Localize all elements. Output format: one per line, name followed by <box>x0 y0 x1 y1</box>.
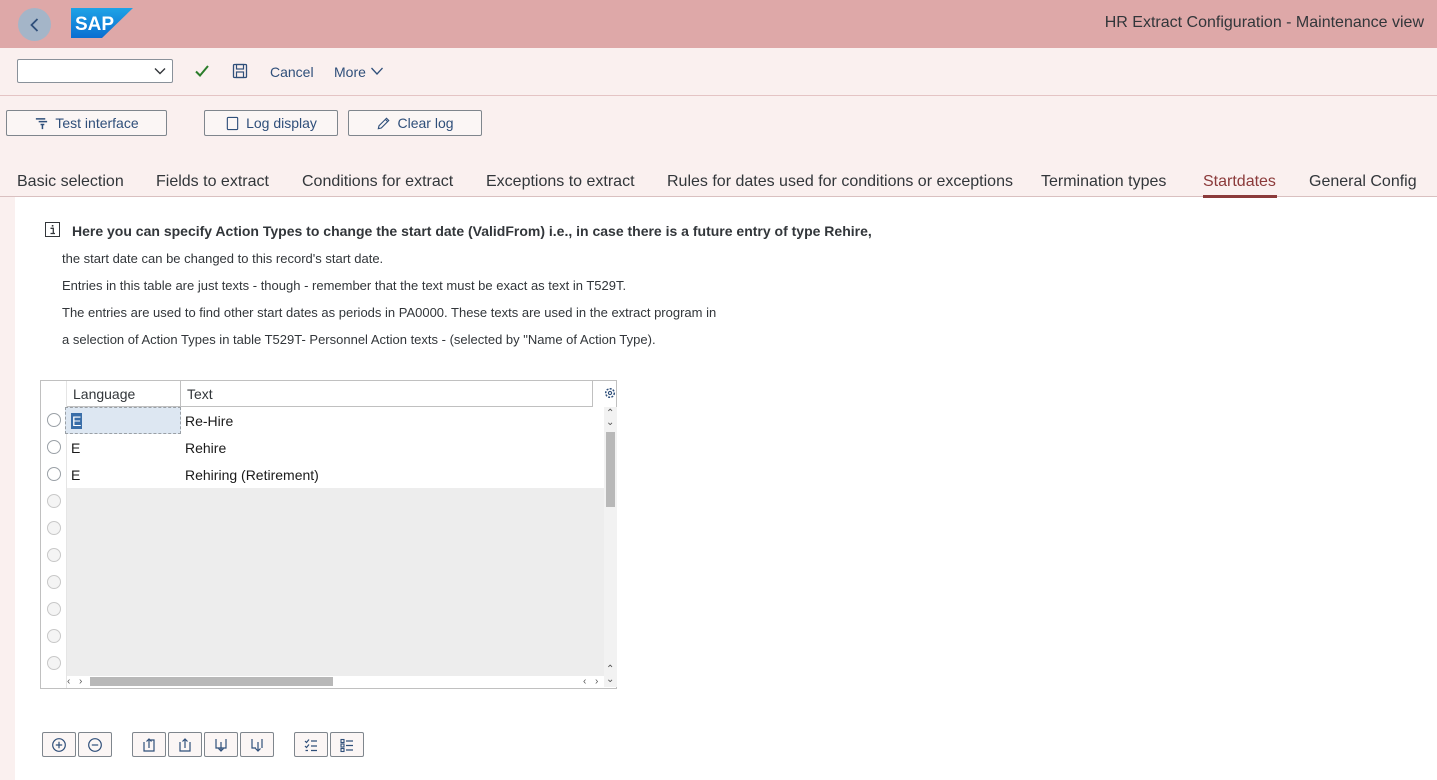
scroll-left-icon[interactable]: ‹ <box>67 677 70 687</box>
tab-fields-to-extract[interactable]: Fields to extract <box>156 173 269 191</box>
clear-log-label: Clear log <box>397 115 454 131</box>
table-cell-text[interactable]: Re-Hire <box>185 413 233 429</box>
row-selector[interactable] <box>47 602 61 616</box>
scroll-bottom-button[interactable] <box>240 732 274 757</box>
test-interface-label: Test interface <box>55 115 139 131</box>
page-down-button[interactable] <box>204 732 238 757</box>
deselect-all-button[interactable] <box>330 732 364 757</box>
test-interface-icon <box>36 117 48 129</box>
select-all-button[interactable] <box>294 732 328 757</box>
back-button[interactable] <box>18 8 51 41</box>
column-divider <box>592 381 593 407</box>
table-empty-area <box>67 488 605 676</box>
last-page-icon <box>251 738 263 752</box>
sap-logo[interactable]: SAP <box>71 8 133 38</box>
tab-rules-for-dates[interactable]: Rules for dates used for conditions or e… <box>667 173 1013 191</box>
row-selector[interactable] <box>47 467 61 481</box>
info-heading: Here you can specify Action Types to cha… <box>72 223 872 239</box>
clear-log-button[interactable]: Clear log <box>348 110 482 136</box>
row-selector[interactable] <box>47 521 61 535</box>
scroll-right-icon[interactable]: › <box>595 677 598 687</box>
toolbar: Cancel More <box>0 48 1437 96</box>
log-display-icon <box>226 116 239 130</box>
first-page-icon <box>143 737 155 752</box>
chevron-down-icon[interactable] <box>152 63 168 79</box>
table-cell-language[interactable]: E <box>71 440 80 456</box>
add-row-button[interactable] <box>42 732 76 757</box>
page-title: HR Extract Configuration - Maintenance v… <box>1104 14 1424 31</box>
more-button[interactable]: More <box>334 64 366 80</box>
vertical-scrollbar-thumb[interactable] <box>606 432 615 507</box>
table-settings-icon[interactable] <box>603 386 617 400</box>
table-cell-language[interactable]: E <box>71 467 80 483</box>
info-line: the start date can be changed to this re… <box>62 251 384 266</box>
sap-logo-text: SAP <box>75 14 114 35</box>
delete-row-button[interactable] <box>78 732 112 757</box>
cancel-button[interactable]: Cancel <box>270 64 314 80</box>
startdates-table: Language Text E Re-Hire E Rehire E Rehir… <box>40 380 617 689</box>
tab-exceptions-to-extract[interactable]: Exceptions to extract <box>486 173 635 191</box>
scroll-right-icon[interactable]: › <box>79 677 82 687</box>
plus-circle-icon <box>52 737 66 752</box>
log-display-button[interactable]: Log display <box>204 110 338 136</box>
row-selector[interactable] <box>47 548 61 562</box>
chevron-down-icon[interactable] <box>370 66 384 76</box>
scroll-down-icon[interactable]: ⌄ <box>606 418 614 428</box>
info-line: The entries are used to find other start… <box>62 305 717 320</box>
minus-circle-icon <box>88 737 102 752</box>
row-selector[interactable] <box>47 575 61 589</box>
column-header-text[interactable]: Text <box>181 381 592 407</box>
info-line: Entries in this table are just texts - t… <box>62 278 627 293</box>
command-input[interactable] <box>18 60 148 82</box>
tab-general-config[interactable]: General Config <box>1309 173 1417 191</box>
info-line: a selection of Action Types in table T52… <box>62 332 656 347</box>
row-selector[interactable] <box>47 440 61 454</box>
checklist-icon <box>304 738 317 751</box>
table-cell-text[interactable]: Rehire <box>185 440 226 456</box>
focused-cell[interactable] <box>65 407 181 434</box>
command-field[interactable] <box>17 59 173 83</box>
save-icon[interactable] <box>231 62 249 80</box>
list-icon <box>340 738 353 752</box>
scroll-left-icon[interactable]: ‹ <box>583 677 586 687</box>
chevron-left-icon <box>29 17 38 32</box>
row-selector[interactable] <box>47 656 61 670</box>
tab-startdates[interactable]: Startdates <box>1203 173 1276 191</box>
tab-basic-selection[interactable]: Basic selection <box>17 173 124 191</box>
page-up-button[interactable] <box>168 732 202 757</box>
test-interface-button[interactable]: Test interface <box>6 110 167 136</box>
shell-bar: SAP HR Extract Configuration - Maintenan… <box>0 0 1437 48</box>
horizontal-scrollbar-thumb[interactable] <box>90 677 333 686</box>
scroll-top-button[interactable] <box>132 732 166 757</box>
scroll-down-icon[interactable]: ⌄ <box>606 675 614 685</box>
active-tab-indicator <box>1203 195 1277 198</box>
log-display-label: Log display <box>246 115 317 131</box>
column-header-language[interactable]: Language <box>67 381 180 407</box>
tab-termination-types[interactable]: Termination types <box>1041 173 1166 191</box>
table-cell-text[interactable]: Rehiring (Retirement) <box>185 467 319 483</box>
check-icon[interactable] <box>193 62 211 80</box>
row-selector[interactable] <box>47 413 61 427</box>
table-cell-language[interactable]: E <box>71 413 83 429</box>
row-selector[interactable] <box>47 629 61 643</box>
tab-conditions-for-extract[interactable]: Conditions for extract <box>302 173 453 191</box>
row-selector-column <box>41 381 67 688</box>
page-up-icon <box>179 737 191 752</box>
pencil-icon <box>378 116 391 129</box>
row-selector[interactable] <box>47 494 61 508</box>
page-down-icon <box>215 738 227 752</box>
info-icon <box>45 222 60 237</box>
